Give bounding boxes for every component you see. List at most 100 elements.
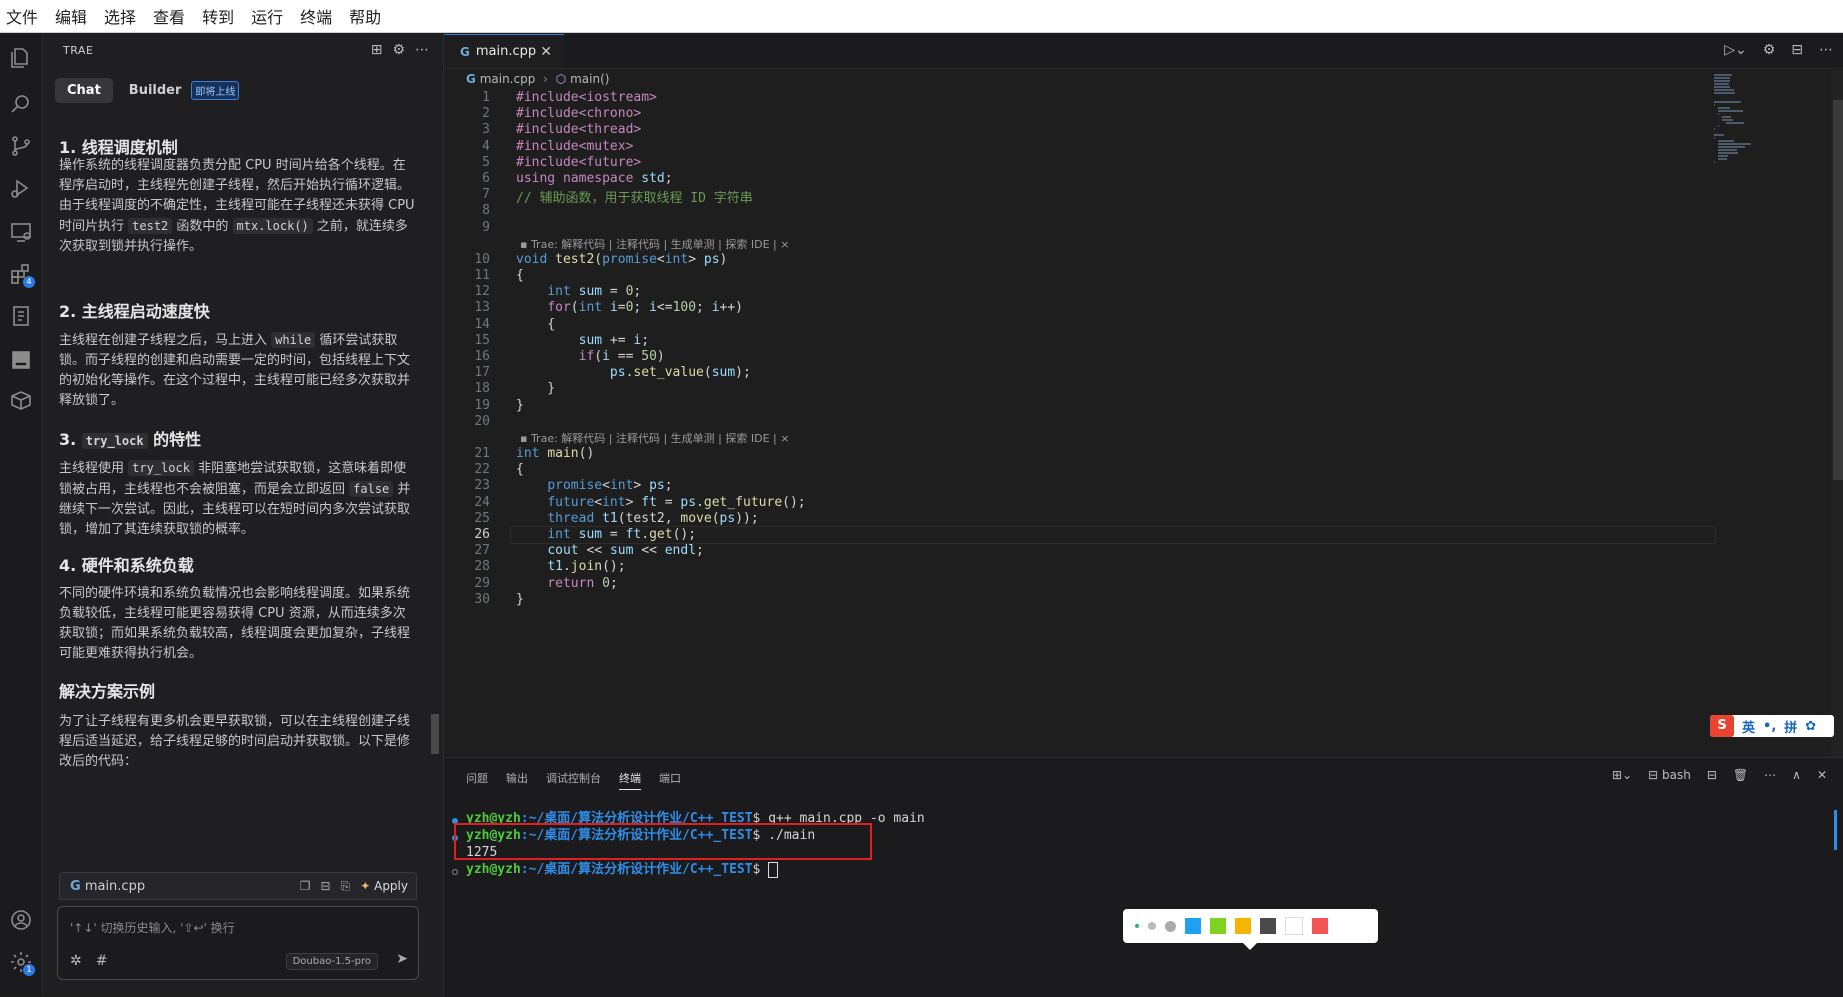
panel-tab[interactable]: 输出 (506, 770, 528, 790)
code-line[interactable]: using namespace std; (516, 171, 673, 186)
code-line[interactable]: // 辅助函数，用于获取线程 ID 字符串 (516, 187, 753, 206)
code-line[interactable]: { (516, 268, 524, 283)
color-swatch[interactable] (1260, 918, 1276, 934)
search-icon[interactable] (5, 88, 37, 120)
panel-tab[interactable]: 问题 (466, 770, 488, 790)
chat-scroll-thumb[interactable] (431, 714, 439, 754)
more-icon[interactable]: ⋯ (1819, 42, 1833, 58)
code-line[interactable]: #include<iostream> (516, 90, 657, 105)
add-file-icon[interactable]: ⎘ (341, 879, 351, 894)
gear-icon[interactable]: ⚙ (392, 42, 405, 58)
source-control-icon[interactable] (5, 130, 37, 162)
code-line[interactable]: } (516, 398, 524, 413)
chat-scrollbar[interactable] (431, 94, 439, 924)
editor-scroll-thumb[interactable] (1833, 100, 1843, 480)
panel-icon[interactable] (5, 344, 37, 376)
pen-size-large[interactable] (1165, 920, 1176, 932)
close-icon[interactable]: ✕ (540, 44, 552, 60)
code-line[interactable]: ps.set_value(sum); (516, 365, 751, 380)
more-icon[interactable]: ⋯ (1764, 768, 1776, 782)
breadcrumb-symbol[interactable]: main() (570, 72, 609, 86)
hash-icon[interactable]: # (96, 953, 108, 969)
testing-icon[interactable] (5, 300, 37, 332)
panel-tab[interactable]: 端口 (659, 770, 681, 790)
run-icon[interactable]: ▷⌄ (1724, 42, 1747, 58)
settings-icon[interactable]: 1 (5, 946, 37, 978)
code-line[interactable]: thread t1(test2, move(ps)); (516, 511, 758, 526)
menu-item[interactable]: 转到 (196, 4, 241, 28)
tab-builder[interactable]: Builder (119, 78, 186, 103)
tab-main-cpp[interactable]: G main.cpp ✕ (444, 34, 564, 68)
layout-icon[interactable]: ⊞⌄ (1612, 768, 1632, 782)
color-swatch[interactable] (1235, 918, 1251, 934)
pen-size-medium[interactable] (1148, 922, 1156, 930)
code-line[interactable]: promise<int> ps; (516, 478, 672, 493)
color-swatch[interactable] (1210, 918, 1226, 934)
color-swatch[interactable] (1285, 917, 1303, 935)
split-editor-icon[interactable]: ⊟ (1791, 42, 1803, 58)
code-line[interactable]: sum += i; (516, 333, 649, 348)
split-terminal-icon[interactable]: ⊟ (1707, 768, 1717, 782)
codelens-actions[interactable]: ▪ Trae: 解释代码 | 注释代码 | 生成单测 | 探索 IDE | × (520, 430, 789, 446)
pen-size-small[interactable] (1135, 924, 1139, 928)
code-line[interactable]: void test2(promise<int> ps) (516, 252, 727, 267)
editor-scrollbar[interactable] (1831, 70, 1843, 760)
code-line[interactable]: { (516, 462, 524, 477)
code-line[interactable]: { (516, 317, 555, 332)
gear-icon[interactable]: ⚙ (1763, 42, 1776, 58)
tab-chat[interactable]: Chat (55, 78, 113, 103)
color-swatch[interactable] (1185, 918, 1201, 934)
code-line[interactable]: future<int> ft = ps.get_future(); (516, 495, 805, 510)
menu-item[interactable]: 终端 (294, 4, 339, 28)
ime-mode[interactable]: 英 (1742, 717, 1755, 736)
more-icon[interactable]: ⋯ (415, 42, 429, 58)
code-line[interactable]: } (516, 381, 555, 396)
gear-icon[interactable]: ✿ (1805, 719, 1816, 734)
codelens-actions[interactable]: ▪ Trae: 解释代码 | 注释代码 | 生成单测 | 探索 IDE | × (520, 236, 789, 252)
ime-punct[interactable]: •, (1763, 719, 1776, 734)
menu-item[interactable]: 运行 (245, 4, 290, 28)
code-line[interactable]: int sum = ft.get(); (516, 527, 696, 542)
extensions-icon[interactable]: 4 (5, 258, 37, 290)
explorer-icon[interactable] (5, 42, 37, 74)
run-debug-icon[interactable] (5, 172, 37, 204)
chevron-up-icon[interactable]: ∧ (1792, 768, 1801, 782)
code-line[interactable]: if(i == 50) (516, 349, 665, 364)
panel-tab[interactable]: 调试控制台 (546, 770, 601, 790)
close-icon[interactable]: ✕ (1817, 768, 1827, 782)
new-chat-icon[interactable]: ⊞ (371, 42, 383, 58)
packages-icon[interactable] (5, 384, 37, 416)
terminal-shell[interactable]: ⊟ bash (1648, 768, 1691, 782)
chat-input[interactable]: '↑↓' 切换历史输入, '⇧↩' 换行 ✲ # Doubao-1.5-pro … (57, 906, 419, 980)
apply-button[interactable]: ✦ Apply (360, 879, 408, 893)
code-line[interactable]: int main() (516, 446, 594, 461)
code-line[interactable]: #include<future> (516, 155, 641, 170)
send-icon[interactable]: ➤ (396, 951, 408, 967)
code-line[interactable]: return 0; (516, 576, 617, 591)
color-swatch[interactable] (1312, 918, 1328, 934)
menu-item[interactable]: 帮助 (343, 4, 388, 28)
terminal-scrollbar[interactable] (1834, 810, 1837, 850)
code-line[interactable]: t1.join(); (516, 559, 625, 574)
code-line[interactable]: #include<chrono> (516, 106, 641, 121)
code-line[interactable]: } (516, 592, 524, 607)
minimap[interactable] (1714, 74, 1774, 194)
ime-input[interactable]: 拼 (1784, 717, 1797, 736)
insert-icon[interactable]: ⊟ (321, 879, 331, 893)
remote-explorer-icon[interactable] (5, 216, 37, 248)
menu-item[interactable]: 文件 (0, 4, 45, 28)
code-line[interactable]: int sum = 0; (516, 284, 641, 299)
menu-item[interactable]: 查看 (147, 4, 192, 28)
code-line[interactable]: for(int i=0; i<=100; i++) (516, 300, 743, 315)
trash-icon[interactable]: 🗑 (1733, 768, 1748, 782)
ime-toolbar[interactable]: S 英 •, 拼 ✿ (1710, 715, 1834, 737)
code-line[interactable]: #include<mutex> (516, 139, 633, 154)
menu-item[interactable]: 编辑 (49, 4, 94, 28)
panel-tab[interactable]: 终端 (619, 770, 641, 790)
context-icon[interactable]: ✲ (70, 953, 82, 969)
menu-item[interactable]: 选择 (98, 4, 143, 28)
breadcrumb-file[interactable]: main.cpp (480, 72, 536, 86)
model-selector[interactable]: Doubao-1.5-pro (285, 953, 378, 970)
copy-icon[interactable]: ❐ (300, 879, 311, 893)
code-line[interactable]: cout << sum << endl; (516, 543, 704, 558)
